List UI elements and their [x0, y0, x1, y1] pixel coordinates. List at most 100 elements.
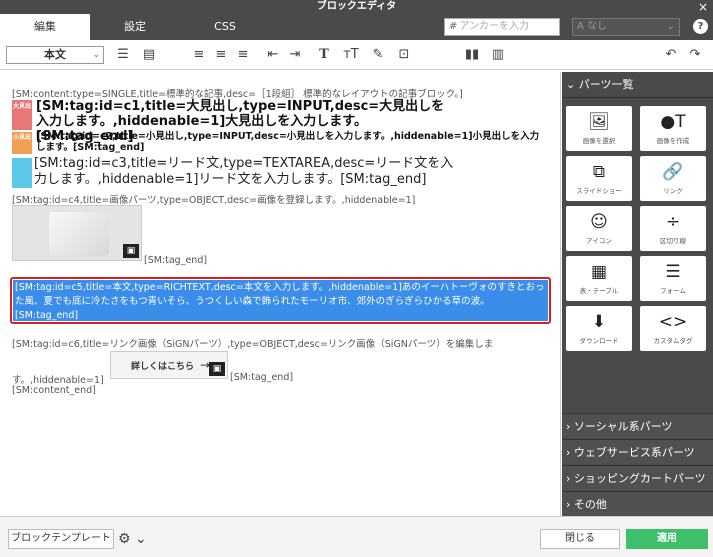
lead-text[interactable]: [SM:tag:id=c3,title=リード文,type=TEXTAREA,d… [34, 156, 464, 188]
category-web-service[interactable]: › ウェブサービス系パーツ [562, 439, 713, 464]
part-label: ダウンロード [579, 337, 619, 345]
part-table[interactable]: ▦ 表・テーブル [566, 256, 632, 301]
align-center-icon[interactable]: ≡ [212, 46, 230, 64]
content-end-tag: [SM:content_end] [12, 385, 96, 396]
help-icon[interactable]: ? [693, 19, 708, 34]
part-label: フォーム [660, 287, 686, 295]
close-icon[interactable]: × [698, 0, 708, 14]
columns-icon[interactable]: ▮▮ [462, 46, 482, 64]
image-edit-icon[interactable]: ▣ [123, 244, 139, 258]
part-select-image[interactable]: 🖼 画像を選択 [566, 106, 632, 151]
chevron-right-icon: › [566, 446, 571, 459]
lead-badge [12, 158, 32, 188]
chevron-right-icon: › [566, 498, 571, 511]
part-label: カスタムタグ [653, 337, 693, 345]
link-image-tag-cont: す。,hiddenable=1] [12, 375, 104, 386]
code-icon: <> [658, 312, 688, 332]
table-icon: ▦ [590, 262, 608, 282]
gear-icon[interactable]: ⚙ ⌄ [118, 529, 147, 549]
part-link[interactable]: 🔗 リンク [640, 156, 706, 201]
format-toolbar: 本文 ⌄ ☰ ▤ ≡ ≡ ≡ ⇤ ⇥ T тT ✎ ⊡ ▮▮ ▥ ↶ ↷ [0, 40, 713, 70]
category-label: ソーシャル系パーツ [573, 420, 673, 433]
part-label: リンク [663, 187, 683, 195]
parts-panel-header[interactable]: ⌄ パーツ一覧 [562, 72, 713, 98]
link-button-label: 詳しくはこちら [131, 362, 195, 372]
chevron-down-icon: ⌄ [566, 78, 576, 91]
parts-panel-title: パーツ一覧 [578, 78, 634, 91]
chevron-right-icon: › [566, 420, 571, 433]
part-label: 画像を選択 [582, 137, 616, 145]
category-social[interactable]: › ソーシャル系パーツ [562, 413, 713, 438]
align-right-icon[interactable]: ≡ [234, 46, 252, 64]
redo-icon[interactable]: ↷ [686, 46, 704, 64]
class-select[interactable]: A なし ⌄ [572, 18, 680, 36]
part-slideshow[interactable]: ⧉ スライドショー [566, 156, 632, 201]
editor-area[interactable]: [SM:content:type=SINGLE,title=標準的な記事,des… [0, 72, 561, 516]
chevron-down-icon: ⌄ [666, 21, 675, 32]
category-label: ウェブサービス系パーツ [573, 446, 695, 459]
tab-bar: 編集 設定 CSS # アンカーを入力 A なし ⌄ ? [0, 14, 713, 40]
part-custom-tag[interactable]: <> カスタムタグ [640, 306, 706, 351]
special-char-icon[interactable]: ⊡ [394, 46, 414, 64]
parts-panel: ⌄ パーツ一覧 🖼 画像を選択 ●T 画像を作成 ⧉ スライドショー 🔗 リンク… [562, 72, 713, 516]
tab-css[interactable]: CSS [180, 14, 270, 40]
text-style-icon[interactable]: T [314, 46, 334, 64]
bullet-list-icon[interactable]: ☰ [112, 46, 134, 64]
part-create-image[interactable]: ●T 画像を作成 [640, 106, 706, 151]
part-label: アイコン [586, 237, 612, 245]
selected-richtext-block[interactable]: [SM:tag:id=c5,title=本文,type=RICHTEXT,des… [10, 277, 551, 324]
download-icon: ⬇ [591, 312, 607, 332]
photo-icon [49, 212, 109, 256]
tab-settings[interactable]: 設定 [90, 14, 180, 40]
window-title: ブロックエディタ [316, 1, 397, 12]
format-select[interactable]: 本文 ⌄ [6, 46, 104, 64]
body-text[interactable]: [SM:tag:id=c5,title=本文,type=RICHTEXT,des… [13, 280, 548, 321]
link-icon: 🔗 [662, 162, 684, 182]
category-label: その他 [573, 498, 607, 511]
undo-icon[interactable]: ↶ [662, 46, 680, 64]
part-label: スライドショー [576, 187, 622, 195]
part-icon[interactable]: ☺ アイコン [566, 206, 632, 251]
footer: ブロックテンプレート ⚙ ⌄ 閉じる 適用 [0, 516, 713, 557]
color-picker-icon[interactable]: ✎ [368, 46, 388, 64]
indent-icon[interactable]: ⇥ [286, 46, 304, 64]
apply-button[interactable]: 適用 [626, 529, 708, 549]
align-left-icon[interactable]: ≡ [190, 46, 208, 64]
part-form[interactable]: ☰ フォーム [640, 256, 706, 301]
link-image-button[interactable]: 詳しくはこちら → ▣ [110, 351, 228, 379]
block-template-button[interactable]: ブロックテンプレート [8, 529, 114, 549]
hash-icon: # [449, 21, 458, 32]
content-start-tag: [SM:content:type=SINGLE,title=標準的な記事,des… [12, 89, 463, 100]
part-divider[interactable]: ÷ 区切り線 [640, 206, 706, 251]
close-button[interactable]: 閉じる [540, 529, 620, 549]
block-format-icon[interactable]: ▤ [138, 46, 160, 64]
category-other[interactable]: › その他 [562, 491, 713, 516]
part-download[interactable]: ⬇ ダウンロード [566, 306, 632, 351]
image-edit-icon[interactable]: ▣ [209, 362, 225, 376]
part-label: 区切り線 [660, 237, 686, 245]
big-heading-badge: 大見出 [12, 100, 32, 130]
outdent-icon[interactable]: ⇤ [264, 46, 282, 64]
category-shopping-cart[interactable]: › ショッピングカートパーツ [562, 465, 713, 490]
tab-edit[interactable]: 編集 [0, 14, 90, 40]
anchor-placeholder: アンカーを入力 [459, 21, 529, 32]
format-value: 本文 [44, 48, 66, 61]
image-placeholder[interactable]: ▣ [12, 205, 142, 261]
title-bar: ブロックエディタ × [0, 0, 713, 14]
class-value: なし [587, 21, 608, 32]
part-label: 表・テーブル [579, 287, 619, 295]
image-end-tag: [SM:tag_end] [144, 255, 208, 266]
link-end-tag: [SM:tag_end] [230, 372, 294, 383]
part-label: 画像を作成 [656, 137, 690, 145]
table-insert-icon[interactable]: ▥ [488, 46, 508, 64]
link-image-tag: [SM:tag:id=c6,title=リンク画像（SiGNパーツ）,type=… [12, 339, 494, 350]
create-image-icon: ●T [660, 112, 686, 132]
slideshow-icon: ⧉ [592, 162, 606, 182]
category-label: ショッピングカートパーツ [573, 472, 706, 485]
chevron-right-icon: › [566, 472, 571, 485]
form-icon: ☰ [665, 262, 681, 282]
small-heading[interactable]: [SM:tag:id=c2,title=小見出し,type=INPUT,desc… [36, 131, 546, 153]
anchor-input[interactable]: # アンカーを入力 [444, 18, 560, 36]
font-size-icon[interactable]: тT [340, 46, 362, 64]
image-icon: 🖼 [588, 112, 610, 132]
